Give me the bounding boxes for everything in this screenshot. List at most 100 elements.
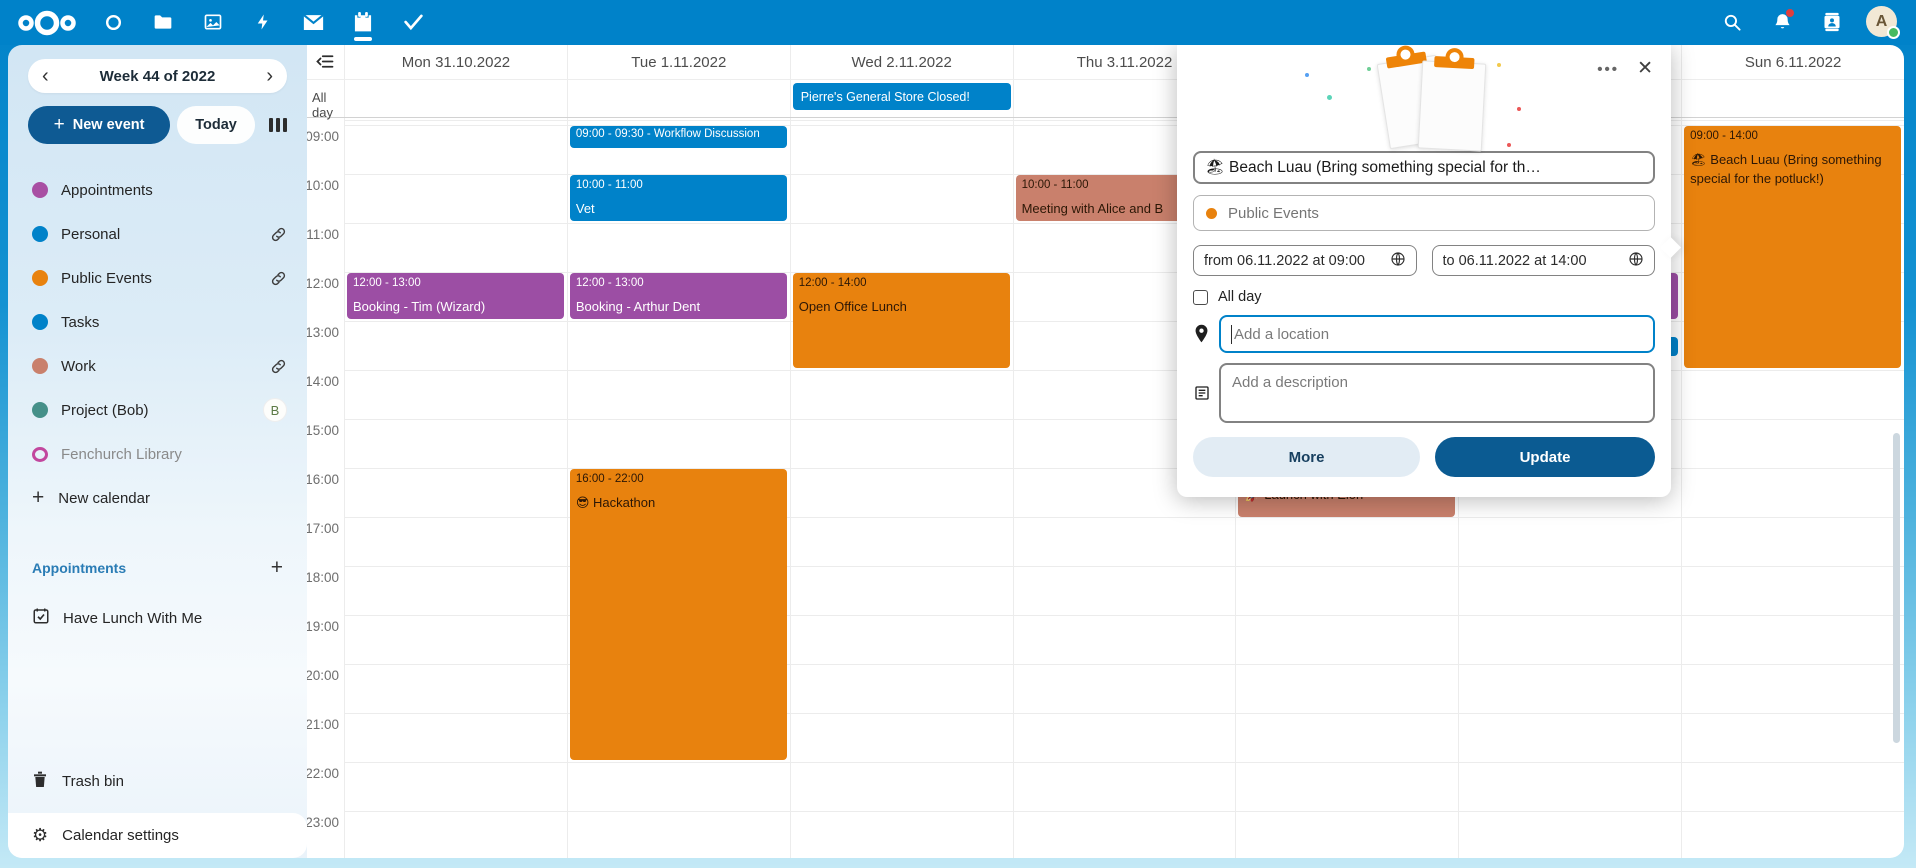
more-button[interactable]: More xyxy=(1193,437,1420,477)
allday-event[interactable]: Pierre's General Store Closed! xyxy=(793,83,1011,110)
share-link-icon[interactable] xyxy=(270,270,287,287)
description-row: Add a description xyxy=(1193,363,1655,423)
search-icon[interactable] xyxy=(1721,11,1743,33)
timezone-globe-icon[interactable] xyxy=(1628,251,1644,271)
dashboard-icon[interactable] xyxy=(102,11,124,33)
sidebar-calendar-item[interactable]: Appointments xyxy=(8,168,307,212)
calendar-event[interactable]: 12:00 - 13:00Booking - Arthur Dent xyxy=(570,273,787,319)
allday-gutter: All day xyxy=(307,80,345,117)
description-input[interactable]: Add a description xyxy=(1219,363,1655,423)
calendar-event[interactable]: 16:00 - 22:00😎 Hackathon xyxy=(570,469,787,760)
calendar-picker[interactable]: Public Events xyxy=(1193,195,1655,231)
more-actions-icon[interactable]: ••• xyxy=(1597,61,1619,78)
header-gutter xyxy=(307,45,345,79)
share-link-icon[interactable] xyxy=(270,226,287,243)
day-header[interactable]: Mon 31.10.2022 xyxy=(345,45,567,79)
sidebar-calendar-item[interactable]: Project (Bob)B xyxy=(8,388,307,432)
allday-label: All day xyxy=(312,90,344,120)
photos-icon[interactable] xyxy=(202,11,224,33)
calendar-picker-value: Public Events xyxy=(1228,205,1319,222)
time-label: 23:00 xyxy=(307,815,339,830)
day-column[interactable]: 09:00 - 09:30 - Workflow Discussion 10:00… xyxy=(567,118,790,858)
event-time: 09:00 - 14:00 xyxy=(1690,130,1895,142)
end-datetime-value: to 06.11.2022 at 14:00 xyxy=(1443,253,1629,269)
event-time: 09:00 - 09:30 - Workflow Discussion xyxy=(576,128,781,140)
top-bar: A xyxy=(0,0,1916,45)
activity-icon[interactable] xyxy=(252,11,274,33)
time-label: 17:00 xyxy=(307,521,339,536)
calendar-event[interactable]: 09:00 - 09:30 - Workflow Discussion xyxy=(570,126,787,148)
day-header[interactable]: Tue 1.11.2022 xyxy=(567,45,790,79)
calendar-settings-button[interactable]: ⚙ Calendar settings xyxy=(8,813,307,858)
time-label: 22:00 xyxy=(307,766,339,781)
share-link-icon[interactable] xyxy=(270,358,287,375)
files-icon[interactable] xyxy=(152,11,174,33)
description-icon xyxy=(1193,385,1210,401)
calendar-event[interactable]: 12:00 - 13:00Booking - Tim (Wizard) xyxy=(347,273,564,319)
calendar-name: Project (Bob) xyxy=(61,402,263,419)
shared-by-avatar: B xyxy=(263,398,287,422)
sidebar-calendar-item[interactable]: Tasks xyxy=(8,300,307,344)
description-placeholder: Add a description xyxy=(1232,374,1348,391)
scrollbar-thumb[interactable] xyxy=(1893,433,1900,743)
day-header[interactable]: Sun 6.11.2022 xyxy=(1681,45,1904,79)
mail-icon[interactable] xyxy=(302,11,324,33)
notifications-icon[interactable] xyxy=(1771,11,1793,33)
allday-cell[interactable]: Pierre's General Store Closed! xyxy=(790,80,1013,117)
calendar-name: Personal xyxy=(61,226,270,243)
collapse-sidebar-icon[interactable] xyxy=(316,54,334,74)
calendar-color-dot xyxy=(1206,208,1217,219)
time-label: 09:00 xyxy=(307,129,339,144)
event-time: 10:00 - 11:00 xyxy=(576,179,781,191)
update-button[interactable]: Update xyxy=(1435,437,1655,477)
appointments-section: Appointments + xyxy=(32,556,283,580)
close-icon[interactable]: ✕ xyxy=(1637,57,1653,80)
calendar-settings-label: Calendar settings xyxy=(62,827,179,844)
time-label: 13:00 xyxy=(307,325,339,340)
time-label: 19:00 xyxy=(307,619,339,634)
nextcloud-logo[interactable] xyxy=(16,8,78,43)
calendar-color-dot xyxy=(32,226,48,242)
today-button[interactable]: Today xyxy=(177,106,255,144)
calendar-event[interactable]: 09:00 - 14:00🏖 Beach Luau (Bring somethi… xyxy=(1684,126,1901,368)
timezone-globe-icon[interactable] xyxy=(1390,251,1406,271)
calendar-event[interactable]: 10:00 - 11:00Vet xyxy=(570,175,787,221)
calendar-event[interactable]: 12:00 - 14:00Open Office Lunch xyxy=(793,273,1010,368)
time-label: 10:00 xyxy=(307,178,339,193)
location-input[interactable]: Add a location xyxy=(1219,315,1655,353)
calendar-icon[interactable] xyxy=(352,11,374,33)
next-week-button[interactable]: › xyxy=(266,66,273,86)
tasks-icon[interactable] xyxy=(402,11,424,33)
week-view-icon[interactable] xyxy=(269,118,287,132)
end-datetime-input[interactable]: to 06.11.2022 at 14:00 xyxy=(1432,245,1656,276)
appointment-item[interactable]: Have Lunch With Me xyxy=(8,598,307,638)
previous-week-button[interactable]: ‹ xyxy=(42,66,49,86)
allday-cell[interactable] xyxy=(345,80,567,117)
sidebar-calendar-item[interactable]: Fenchurch Library xyxy=(8,432,307,476)
active-app-indicator xyxy=(354,37,372,41)
day-column[interactable]: 12:00 - 14:00Open Office Lunch xyxy=(790,118,1013,858)
popup-buttons: More Update xyxy=(1193,437,1655,477)
calendar-list: Appointments Personal Public EventsTasksWo… xyxy=(8,168,307,476)
day-column[interactable]: 09:00 - 14:00🏖 Beach Luau (Bring somethi… xyxy=(1681,118,1904,858)
new-event-button[interactable]: + New event xyxy=(28,106,170,144)
new-calendar-button[interactable]: + New calendar xyxy=(8,476,307,520)
appointments-heading: Appointments xyxy=(32,560,271,576)
allday-cell[interactable] xyxy=(567,80,790,117)
start-datetime-input[interactable]: from 06.11.2022 at 09:00 xyxy=(1193,245,1417,276)
day-header[interactable]: Wed 2.11.2022 xyxy=(790,45,1013,79)
event-title-input[interactable]: 🏖 Beach Luau (Bring something special fo… xyxy=(1193,151,1655,184)
contacts-icon[interactable] xyxy=(1821,11,1843,33)
sidebar-calendar-item[interactable]: Personal xyxy=(8,212,307,256)
allday-checkbox[interactable] xyxy=(1193,290,1208,305)
location-pin-icon xyxy=(1193,324,1210,343)
trash-bin-button[interactable]: Trash bin xyxy=(8,761,307,801)
add-appointment-config-button[interactable]: + xyxy=(271,556,283,580)
allday-cell[interactable] xyxy=(1681,80,1904,117)
time-label: 12:00 xyxy=(307,276,339,291)
event-editor-popup: ••• ✕ 🏖 Beach Luau (Bring something spec… xyxy=(1177,45,1671,497)
sidebar-calendar-item[interactable]: Work xyxy=(8,344,307,388)
sidebar-calendar-item[interactable]: Public Events xyxy=(8,256,307,300)
day-column[interactable]: 12:00 - 13:00Booking - Tim (Wizard) xyxy=(345,118,567,858)
time-label: 21:00 xyxy=(307,717,339,732)
